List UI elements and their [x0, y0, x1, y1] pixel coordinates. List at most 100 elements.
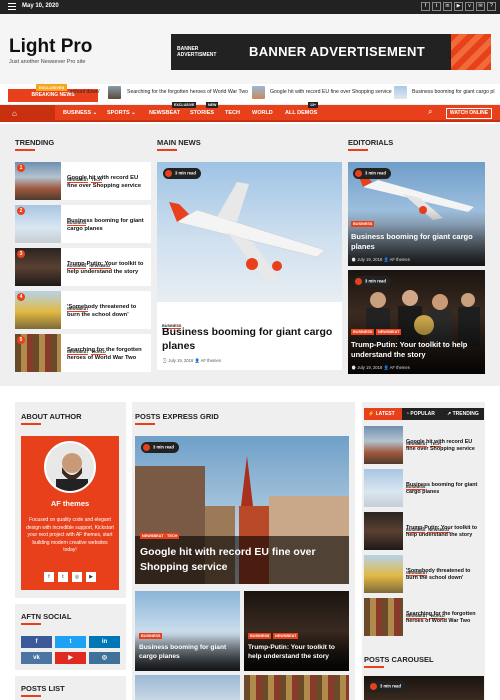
ticker-item[interactable]: school down' — [70, 89, 100, 95]
post-meta: ⌚ July 19, 2018 👤 AF themes — [351, 365, 410, 370]
trending-headline[interactable]: 'Somebody threatened to burn the school … — [67, 304, 149, 319]
facebook-button[interactable]: f — [21, 636, 52, 648]
help-icon[interactable]: ? — [487, 2, 496, 11]
author-name[interactable]: AF themes — [21, 499, 119, 508]
trending-card[interactable]: 2 BUSINESS Business booming for giant ca… — [15, 205, 151, 243]
trending-headline[interactable]: Searching for the forgotten heroes of Wo… — [67, 347, 149, 362]
exclusives-badge: EXCLUSIVES — [36, 84, 68, 91]
twitter-icon[interactable]: t — [432, 2, 441, 11]
avatar — [44, 441, 96, 493]
ticker-item[interactable]: Google hit with record EU fine over Shop… — [270, 89, 392, 95]
read-time-pill: 3 min read — [163, 168, 201, 179]
category-tag[interactable]: NEWSBEAT — [140, 533, 166, 539]
latest-headline[interactable]: Business booming for giant cargo planes — [406, 482, 483, 496]
instagram-icon[interactable]: ◎ — [72, 572, 82, 582]
ticker-item[interactable]: Searching for the forgotten heroes of Wo… — [127, 89, 248, 95]
watch-online-button[interactable]: WATCH ONLINE — [446, 108, 492, 119]
home-button[interactable]: ⌂ — [0, 105, 55, 122]
latest-item[interactable]: BUSINESS Business booming for giant carg… — [364, 469, 484, 507]
grid-bottom-card[interactable] — [135, 675, 240, 700]
linkedin-button[interactable]: in — [89, 636, 120, 648]
trending-headline[interactable]: Google hit with record EU fine over Shop… — [67, 175, 149, 190]
editorial-card[interactable]: 3 min read BUSINESS Business booming for… — [348, 162, 485, 266]
trending-headline[interactable]: Business booming for giant cargo planes — [67, 218, 149, 233]
grid-small-card[interactable]: BUSINESS NEWSBEAT Trump-Putin: Your tool… — [244, 591, 349, 671]
banner-big-text: BANNER ADVERTISEMENT — [249, 44, 425, 59]
category-tag[interactable]: TECH — [165, 533, 180, 539]
nav-badge-exclusive: EXCLUSIVE — [172, 102, 197, 108]
main-news-image — [157, 162, 342, 302]
twitter-icon[interactable]: t — [58, 572, 68, 582]
latest-item[interactable]: NEWSBEAT 'Somebody threatened to burn th… — [364, 555, 484, 593]
trending-card[interactable]: 1 NEWSBEAT TECH Google hit with record EU… — [15, 162, 151, 200]
nav-all-demos[interactable]: ALL DEMOS — [285, 110, 317, 116]
airplane-illustration — [169, 182, 326, 282]
ticker-thumb — [252, 86, 265, 99]
mail-icon[interactable]: ✉ — [476, 2, 485, 11]
facebook-icon[interactable]: f — [421, 2, 430, 11]
banner-advertisement[interactable]: BANNER ADVERTISMENT BANNER ADVERTISEMENT — [171, 34, 491, 70]
nav-badge-new: NEW — [206, 102, 219, 108]
category-tag[interactable]: BUSINESS — [139, 633, 163, 639]
carousel-image[interactable]: 3 min read — [364, 676, 484, 700]
category-tag[interactable]: NEWSBEAT — [376, 329, 402, 335]
editorial-card[interactable]: 3 min read BUSINESS NEWSBEAT Trump-Putin… — [348, 270, 485, 374]
home-icon: ⌂ — [12, 109, 17, 118]
latest-item[interactable]: NEWSBEAT WORLD Searching for the forgotte… — [364, 598, 484, 636]
nav-stories[interactable]: STORIES — [190, 110, 214, 116]
tab-trending[interactable]: ↗ TRENDING — [443, 408, 484, 420]
trending-headline[interactable]: Trump-Putin: Your toolkit to help unders… — [67, 261, 149, 276]
posts-express-title: POSTS EXPRESS GRID — [135, 412, 219, 421]
latest-headline[interactable]: Google hit with record EU fine over Shop… — [406, 439, 483, 453]
trending-number: 5 — [17, 336, 25, 344]
editorials-title: EDITORIALS — [348, 138, 394, 147]
nav-business[interactable]: BUSINESS ⌄ — [63, 110, 97, 116]
main-news-headline[interactable]: Business booming for giant cargo planes — [162, 325, 337, 353]
editorial-headline[interactable]: Business booming for giant cargo planes — [351, 232, 483, 252]
editorial-headline[interactable]: Trump-Putin: Your toolkit to help unders… — [351, 340, 483, 360]
vimeo-icon[interactable]: v — [465, 2, 474, 11]
trending-card[interactable]: 5 NEWSBEAT WORLD Searching for the forgot… — [15, 334, 151, 372]
latest-item[interactable]: NEWSBEAT TECH Google hit with record EU f… — [364, 426, 484, 464]
nav-badge-13: 13+ — [308, 102, 319, 108]
site-logo[interactable]: Light Pro — [9, 36, 92, 58]
youtube-icon[interactable]: ▶ — [86, 572, 96, 582]
grid-small-headline[interactable]: Trump-Putin: Your toolkit to help unders… — [248, 643, 346, 661]
nav-tech[interactable]: TECH — [225, 110, 240, 116]
trending-card[interactable]: 4 NEWSBEAT 'Somebody threatened to burn … — [15, 291, 151, 329]
category-tag[interactable]: NEWSBEAT — [273, 633, 299, 639]
linkedin-icon[interactable]: in — [443, 2, 452, 11]
ticker-item[interactable]: Business booming for giant cargo pl — [412, 89, 494, 95]
grid-feature-card[interactable]: 3 min read NEWSBEAT TECH Google hit with… — [135, 436, 349, 584]
category-tag[interactable]: BUSINESS — [351, 329, 375, 335]
youtube-button[interactable]: ▶ — [55, 652, 86, 664]
latest-headline[interactable]: 'Somebody threatened to burn the school … — [406, 568, 483, 582]
vk-button[interactable]: vk — [21, 652, 52, 664]
menu-icon[interactable] — [8, 3, 16, 11]
category-tag[interactable]: BUSINESS — [248, 633, 272, 639]
instagram-button[interactable]: ◎ — [89, 652, 120, 664]
latest-headline[interactable]: Trump-Putin: Your toolkit to help unders… — [406, 525, 483, 539]
grid-small-headline[interactable]: Business booming for giant cargo planes — [139, 643, 237, 661]
search-icon[interactable]: ⌕ — [428, 107, 432, 117]
nav-newsbeat[interactable]: NEWSBEAT — [149, 110, 180, 116]
main-news-card[interactable]: 3 min read BUSINESS Business booming for… — [157, 162, 342, 370]
tab-popular[interactable]: ◔ POPULAR — [402, 408, 443, 420]
twitter-button[interactable]: t — [55, 636, 86, 648]
youtube-icon[interactable]: ▶ — [454, 2, 463, 11]
nav-sports[interactable]: SPORTS ⌄ — [107, 110, 136, 116]
tab-latest[interactable]: ⚡ LATEST — [364, 408, 402, 420]
read-time-pill: 3 min read — [368, 681, 406, 692]
grid-small-card[interactable]: BUSINESS Business booming for giant carg… — [135, 591, 240, 671]
facebook-icon[interactable]: f — [44, 572, 54, 582]
date-label: May 10, 2020 — [22, 3, 59, 9]
grid-feature-headline[interactable]: Google hit with record EU fine over Shop… — [140, 545, 340, 575]
latest-thumb — [364, 469, 403, 507]
trending-card[interactable]: 3 BUSINESS NEWSBEAT Trump-Putin: Your too… — [15, 248, 151, 286]
latest-item[interactable]: BUSINESS NEWSBEAT Trump-Putin: Your toolk… — [364, 512, 484, 550]
category-tag[interactable]: BUSINESS — [351, 221, 375, 227]
section-underline — [364, 666, 384, 668]
nav-world[interactable]: WORLD — [252, 110, 273, 116]
latest-headline[interactable]: Searching for the forgotten heroes of Wo… — [406, 611, 483, 625]
grid-bottom-card[interactable] — [244, 675, 349, 700]
